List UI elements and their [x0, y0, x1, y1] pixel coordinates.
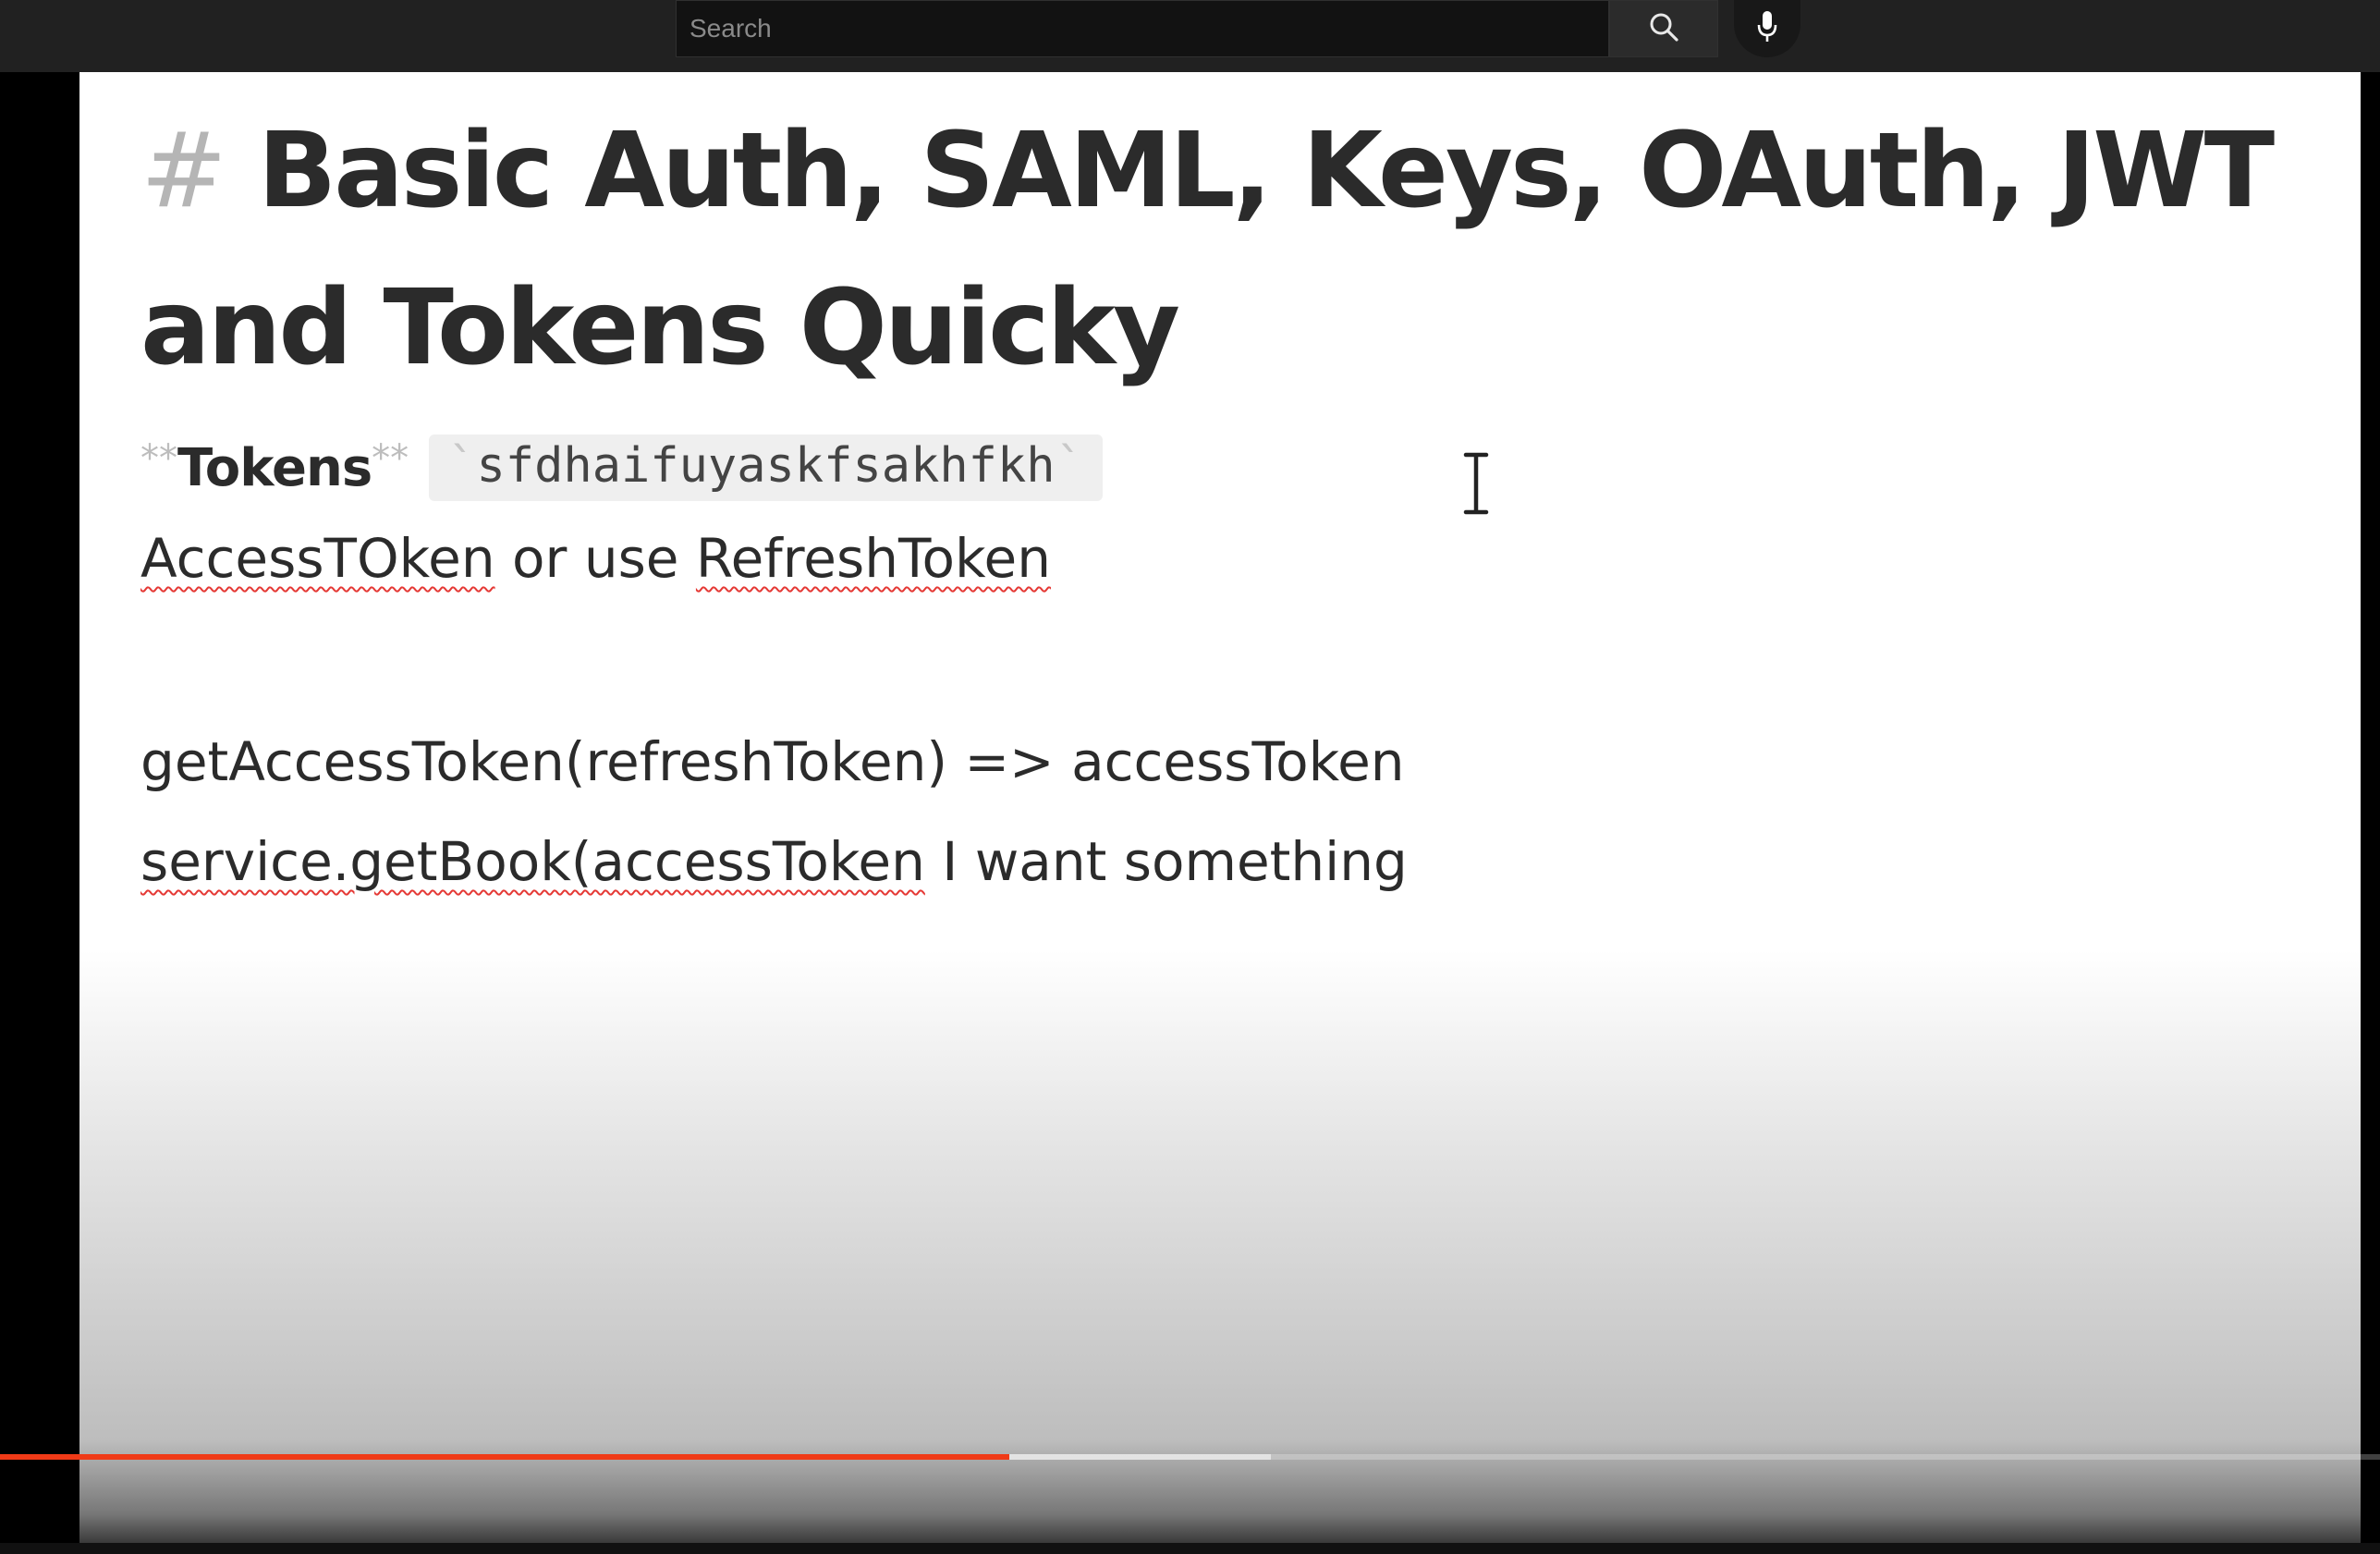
document-title-line-1: # Basic Auth, SAML, Keys, OAuth, JWT [140, 111, 2275, 231]
access-token-line: AccessTOken or use RefreshToken [140, 527, 1051, 590]
document-title-line-2: and Tokens Quicky [140, 268, 1180, 388]
microphone-icon [1756, 9, 1778, 48]
get-access-token-line: getAccessToken(refreshToken) => accessTo… [140, 730, 1405, 793]
code-tick-close: ` [1055, 438, 1084, 494]
player-right-border [2361, 72, 2380, 1543]
refresh-word: RefreshToken [695, 527, 1051, 590]
progress-played [0, 1454, 1009, 1460]
service-call-text: service.getBook(accessToken [140, 830, 925, 893]
tokens-label: Tokens [177, 437, 372, 498]
screen: # Basic Auth, SAML, Keys, OAuth, JWT and… [0, 0, 2380, 1554]
heading-hash-mark: # [140, 111, 227, 231]
service-line: service.getBook(accessToken I want somet… [140, 830, 1408, 893]
voice-search-button[interactable] [1734, 0, 1800, 57]
service-rest-text: I want something [924, 830, 1408, 893]
code-value: sfdhaifuyaskfsakhfkh [476, 438, 1056, 494]
search-input[interactable] [677, 1, 1608, 56]
get-line-text: getAccessToken(refreshToken) => accessTo… [140, 730, 1405, 793]
player-bottom-border [0, 1543, 2380, 1554]
code-tick-open: ` [447, 438, 477, 494]
progress-bar[interactable] [0, 1454, 2380, 1460]
inline-code: `sfdhaifuyaskfsakhfkh` [429, 434, 1103, 501]
search-icon [1648, 11, 1679, 46]
search-button[interactable] [1609, 0, 1718, 57]
text-cursor-icon [1461, 450, 1491, 517]
access-word: AccessTOken [140, 527, 495, 590]
markdown-bold-close: ** [372, 437, 409, 480]
access-mid-text: or use [494, 527, 696, 590]
title-text-1: Basic Auth, SAML, Keys, OAuth, JWT [257, 111, 2275, 231]
title-text-2: and Tokens Quicky [140, 268, 1180, 388]
markdown-bold-open: ** [140, 437, 177, 480]
top-bar [0, 0, 2380, 72]
video-player[interactable]: # Basic Auth, SAML, Keys, OAuth, JWT and… [79, 72, 2361, 1543]
search-box[interactable] [676, 0, 1609, 57]
tokens-line: ** Tokens ** `sfdhaifuyaskfsakhfkh` [140, 434, 1103, 501]
